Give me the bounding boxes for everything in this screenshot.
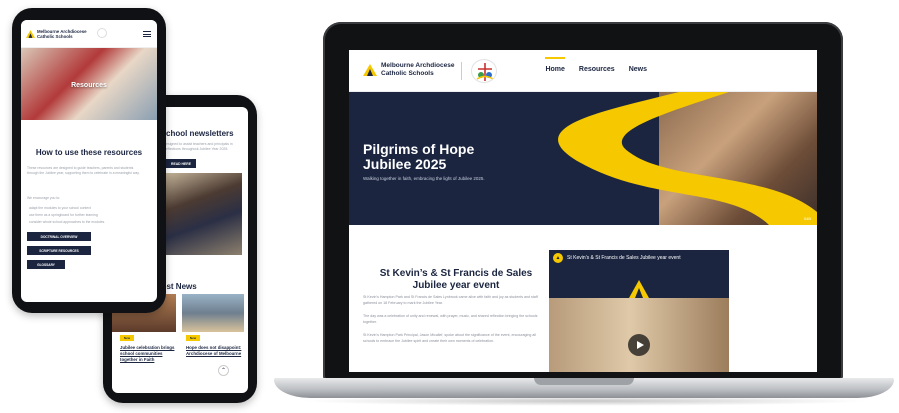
scripture-resources-button[interactable]: SCRIPTURE RESOURCES bbox=[27, 246, 91, 255]
jubilee-crest-icon bbox=[97, 28, 107, 38]
nav-resources[interactable]: Resources bbox=[579, 66, 615, 73]
device-mockup-stage: Melbourne Archdiocese Catholic Schools H… bbox=[0, 0, 899, 413]
news-tag-1: New bbox=[120, 335, 134, 341]
resources-intro: These resources are designed to guide te… bbox=[27, 166, 140, 176]
video-title-bar: ▲ St Kevin’s & St Francis de Sales Jubil… bbox=[549, 250, 729, 266]
bullet-1: adapt the modules to your school context bbox=[29, 206, 91, 210]
hero-credit: 04B bbox=[803, 216, 811, 221]
hero-title: Pilgrims of Hope Jubilee 2025 bbox=[363, 142, 503, 172]
mobile-logo-line-2: Catholic Schools bbox=[37, 34, 73, 39]
logo-line-2: Catholic Schools bbox=[381, 69, 434, 77]
newsletters-title: chool newsletters bbox=[166, 129, 234, 138]
hero-banner: Pilgrims of Hope Jubilee 2025 Walking to… bbox=[349, 92, 817, 225]
laptop-screen: Melbourne Archdiocese Catholic Schools H… bbox=[349, 50, 817, 372]
nav-news[interactable]: News bbox=[629, 66, 647, 73]
news-link-1[interactable]: Jubilee celebration brings school commun… bbox=[120, 345, 176, 363]
channel-logo-icon: ▲ bbox=[553, 253, 563, 263]
newsletters-text: esigned to assist teachers and principal… bbox=[166, 142, 233, 151]
site-logo-text[interactable]: Melbourne Archdiocese Catholic Schools bbox=[381, 62, 461, 77]
how-to-title: How to use these resources bbox=[35, 148, 143, 157]
play-icon[interactable] bbox=[628, 334, 650, 356]
hero-title-line-1: Pilgrims of Hope bbox=[363, 141, 475, 157]
site-header: Melbourne Archdiocese Catholic Schools H… bbox=[349, 50, 817, 92]
event-paragraph-2: The day was a celebration of unity and r… bbox=[363, 314, 538, 324]
logo-separator bbox=[461, 62, 462, 80]
hamburger-menu-icon[interactable] bbox=[143, 31, 151, 37]
bullet-2: use them as a springboard for further le… bbox=[29, 213, 98, 217]
event-title: St Kevin’s & St Francis de Sales Jubilee… bbox=[363, 268, 549, 292]
mobile-logo-text[interactable]: Melbourne Archdiocese Catholic Schools bbox=[37, 29, 97, 39]
video-title: St Kevin’s & St Francis de Sales Jubilee… bbox=[567, 255, 681, 261]
hero-subtitle: Walking together in faith, embracing the… bbox=[363, 176, 485, 181]
event-paragraph-1: St Kevin’s Hampton Park and St Francis d… bbox=[363, 295, 538, 305]
event-title-line-1: St Kevin’s & St Francis de Sales bbox=[379, 268, 533, 279]
read-here-button[interactable]: READ HERE bbox=[166, 159, 196, 168]
latest-news-title: est News bbox=[162, 282, 197, 291]
macs-logo-icon[interactable] bbox=[363, 64, 377, 76]
scroll-top-button[interactable]: ⌃ bbox=[218, 365, 229, 376]
nav-home[interactable]: Home bbox=[545, 57, 566, 73]
newsletter-photo bbox=[162, 173, 242, 255]
event-paragraph-3: St Kevin’s Hampton Park Principal, Jason… bbox=[363, 333, 536, 343]
glossary-button[interactable]: GLOSSARY bbox=[27, 260, 65, 269]
mobile-header: Melbourne Archdiocese Catholic Schools bbox=[21, 20, 157, 48]
video-player[interactable]: ▲ St Kevin’s & St Francis de Sales Jubil… bbox=[549, 250, 729, 372]
laptop-notch bbox=[534, 378, 634, 385]
logo-line-1: Melbourne Archdiocese bbox=[381, 62, 455, 69]
news-link-2[interactable]: Hope does not disappoint: Archdiocese of… bbox=[186, 345, 242, 357]
jubilee-crest-icon bbox=[471, 59, 497, 83]
main-nav: Home Resources News bbox=[545, 57, 647, 73]
hero-title-line-2: Jubilee 2025 bbox=[363, 156, 447, 172]
phone-front-screen: Melbourne Archdiocese Catholic Schools R… bbox=[21, 20, 157, 302]
doctrinal-overview-button[interactable]: DOCTRINAL OVERVIEW bbox=[27, 232, 91, 241]
encourage-text: We encourage you to: bbox=[27, 196, 61, 200]
event-title-line-2: Jubilee year event bbox=[412, 280, 500, 291]
bullet-3: consider whole school approaches to the … bbox=[29, 220, 106, 224]
news-tag-2: New bbox=[186, 335, 200, 341]
macs-logo-icon[interactable] bbox=[26, 30, 35, 38]
news-photo-2[interactable] bbox=[182, 294, 244, 332]
resources-hero-title: Resources bbox=[71, 82, 107, 89]
